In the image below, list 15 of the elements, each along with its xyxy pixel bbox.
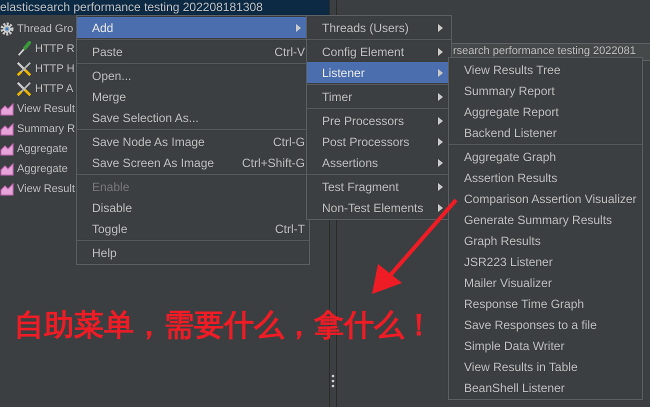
tree-item-label: Thread Gro xyxy=(17,23,74,35)
tree-item-label: elasticsearch performance testing 202208181308 xyxy=(0,0,263,14)
annotation-text: 自助菜单，需要什么，拿什么！ xyxy=(14,307,434,345)
shortcut-label: Ctrl+Shift-G xyxy=(242,156,305,170)
tree-item-label: HTTP H xyxy=(35,63,75,75)
shortcut-label: Ctrl-V xyxy=(274,44,305,58)
tree-item-label: HTTP A xyxy=(35,83,74,95)
tree-item-label: View Result xyxy=(17,183,75,195)
tree-item-label: Aggregate xyxy=(17,163,68,175)
tree-item-label: Aggregate xyxy=(17,143,68,155)
tree-item-label: Summary R xyxy=(17,123,76,135)
tree-item-label: HTTP R xyxy=(35,43,75,55)
shortcut-label: Ctrl-G xyxy=(273,134,305,148)
tree-item-label: View Result xyxy=(17,103,75,115)
shortcut-label: Ctrl-T xyxy=(275,222,305,236)
